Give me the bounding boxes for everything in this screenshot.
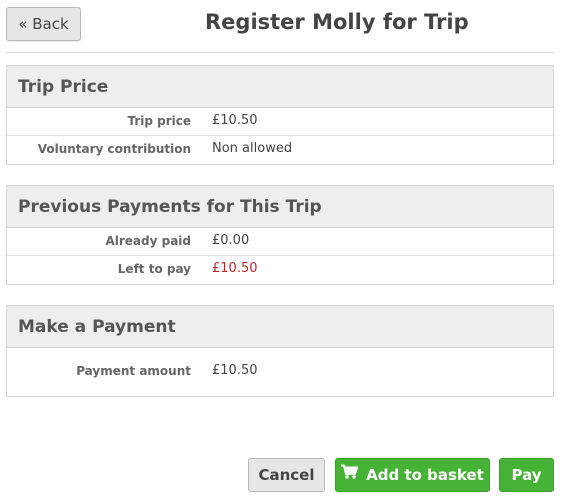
add-to-basket-button[interactable]: Add to basket — [335, 458, 490, 492]
previous-payments-heading: Previous Payments for This Trip — [7, 186, 553, 228]
payment-amount-label: Payment amount — [76, 364, 191, 378]
trip-price-heading: Trip Price — [7, 66, 553, 108]
already-paid-value: £0.00 — [212, 233, 250, 248]
page-title: Register Molly for Trip — [205, 10, 469, 34]
voluntary-contribution-label: Voluntary contribution — [37, 142, 191, 156]
payment-amount-value: £10.50 — [212, 363, 258, 378]
trip-price-row: Trip price £10.50 — [7, 108, 553, 136]
add-to-basket-label: Add to basket — [366, 466, 484, 484]
trip-price-panel: Trip Price Trip price £10.50 Voluntary c… — [6, 65, 554, 165]
previous-payments-panel: Previous Payments for This Trip Already … — [6, 185, 554, 285]
make-payment-heading: Make a Payment — [7, 306, 553, 348]
shopping-cart-icon — [340, 458, 359, 490]
already-paid-label: Already paid — [105, 234, 191, 248]
page-header: « Back Register Molly for Trip — [0, 0, 561, 54]
payment-amount-row: Payment amount £10.50 — [7, 348, 553, 396]
already-paid-row: Already paid £0.00 — [7, 228, 553, 256]
trip-price-label: Trip price — [127, 114, 191, 128]
left-to-pay-row: Left to pay £10.50 — [7, 256, 553, 284]
voluntary-contribution-value: Non allowed — [212, 141, 293, 156]
trip-price-value: £10.50 — [212, 113, 258, 128]
voluntary-contribution-row: Voluntary contribution Non allowed — [7, 136, 553, 164]
back-button[interactable]: « Back — [6, 7, 81, 41]
left-to-pay-label: Left to pay — [117, 262, 191, 276]
left-to-pay-value: £10.50 — [212, 261, 258, 276]
make-payment-panel: Make a Payment Payment amount £10.50 — [6, 305, 554, 397]
pay-button[interactable]: Pay — [499, 458, 554, 492]
header-divider — [6, 52, 554, 53]
cancel-button[interactable]: Cancel — [248, 458, 325, 492]
